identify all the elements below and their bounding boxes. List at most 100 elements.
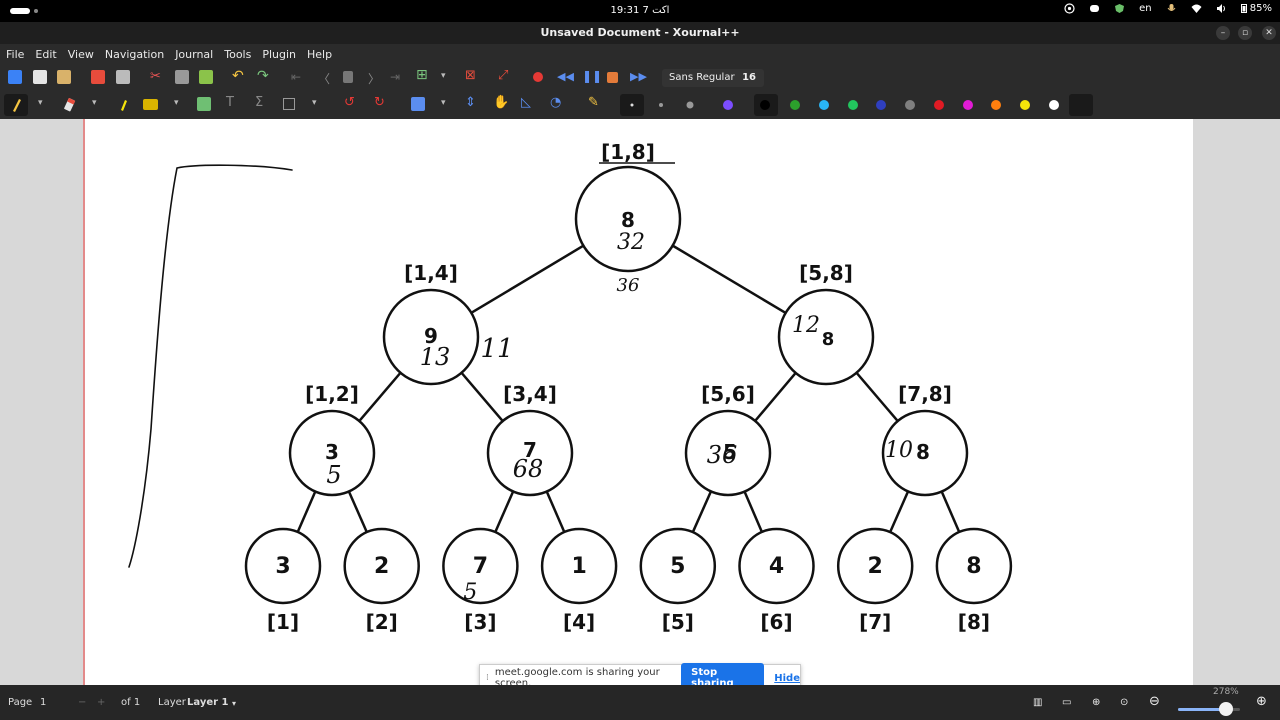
- menu-plugin[interactable]: Plugin: [262, 48, 296, 61]
- layer-selector[interactable]: Layer 1: [187, 697, 228, 708]
- color-swatch[interactable]: [991, 100, 1001, 110]
- color-swatch[interactable]: [963, 100, 973, 110]
- close-button[interactable]: ✕: [1262, 26, 1276, 40]
- select-dropdown-icon[interactable]: ▾: [312, 98, 317, 108]
- stop-icon[interactable]: [607, 72, 618, 83]
- document-page[interactable]: [1,8] 8 32 36 [1,4] 9 13 11 [5,8] 8 12 [1,2] 3 5 [3,4]…: [83, 119, 1193, 685]
- menu-navigation[interactable]: Navigation: [105, 48, 164, 61]
- menu-view[interactable]: View: [68, 48, 94, 61]
- fast-forward-icon[interactable]: ▶▶: [630, 70, 647, 84]
- color-swatch[interactable]: [905, 100, 915, 110]
- color-swatch[interactable]: [934, 100, 944, 110]
- eraser-dropdown-icon[interactable]: ▾: [92, 98, 97, 108]
- pause-icon[interactable]: ❚❚: [582, 69, 602, 83]
- select-region-icon[interactable]: ↺: [344, 95, 358, 110]
- pen-tool-icon[interactable]: [4, 94, 28, 116]
- first-page-icon[interactable]: ⇤: [291, 70, 305, 84]
- next-page-icon[interactable]: 〉: [368, 70, 382, 86]
- pen-dropdown-icon[interactable]: ▾: [38, 98, 43, 108]
- zoom-out-icon[interactable]: ⊖: [1149, 694, 1160, 709]
- screen-record-icon[interactable]: [1064, 3, 1075, 14]
- system-clock[interactable]: 19:31 7 اکت: [600, 5, 680, 16]
- shield-icon[interactable]: [1114, 3, 1125, 14]
- font-selector[interactable]: Sans Regular 16: [662, 69, 764, 87]
- record-icon[interactable]: [533, 72, 543, 82]
- vertical-space-tool-icon[interactable]: ⇕: [465, 95, 479, 110]
- color-swatch-selected[interactable]: [754, 94, 778, 116]
- shape-tool-icon[interactable]: [143, 99, 158, 110]
- export-pdf-icon[interactable]: [91, 70, 105, 84]
- document-canvas[interactable]: [1,8] 8 32 36 [1,4] 9 13 11 [5,8] 8 12 [1,2] 3 5 [3,4]…: [0, 119, 1280, 685]
- delete-page-icon[interactable]: ⊠: [465, 68, 479, 83]
- menu-tools[interactable]: Tools: [224, 48, 251, 61]
- menu-help[interactable]: Help: [307, 48, 332, 61]
- page-number-input[interactable]: 1: [40, 697, 80, 708]
- ruler-tool-icon[interactable]: ◺: [521, 95, 535, 110]
- cut-icon[interactable]: ✂: [150, 69, 164, 84]
- thickness-thick-icon[interactable]: [683, 97, 697, 111]
- drag-handle-icon[interactable]: ⁞: [486, 673, 489, 683]
- color-swatch[interactable]: [1049, 100, 1059, 110]
- custom-color-button[interactable]: [1069, 94, 1093, 116]
- zoom-fit-icon[interactable]: ⊕: [1092, 697, 1100, 708]
- last-page-icon[interactable]: ⇥: [390, 70, 404, 84]
- formula-tool-icon[interactable]: Σ: [255, 95, 269, 110]
- wifi-icon[interactable]: [1191, 3, 1202, 14]
- fill-tool-icon[interactable]: [721, 97, 735, 111]
- battery-indicator[interactable]: 85%: [1240, 3, 1272, 14]
- open-folder-icon[interactable]: [57, 70, 71, 84]
- compass-tool-icon[interactable]: ◔: [550, 95, 564, 110]
- volume-icon[interactable]: [1216, 3, 1227, 14]
- insert-page-dropdown-icon[interactable]: ▾: [441, 71, 446, 81]
- redo-icon[interactable]: ↷: [257, 68, 271, 84]
- presentation-mode-icon[interactable]: ▭: [1062, 697, 1071, 708]
- eraser-tool-icon[interactable]: [63, 97, 77, 112]
- print-icon[interactable]: [116, 70, 130, 84]
- select-rectangle-icon[interactable]: [283, 98, 295, 110]
- shape-dropdown-icon[interactable]: ▾: [174, 98, 179, 108]
- zoom-slider-knob[interactable]: [1219, 702, 1234, 716]
- highlighter-tool-icon[interactable]: [116, 97, 130, 111]
- image-tool-icon[interactable]: [197, 97, 211, 111]
- paired-pages-icon[interactable]: ▥: [1033, 697, 1042, 708]
- goto-page-icon[interactable]: [343, 71, 353, 83]
- layer-dropdown-icon[interactable]: ▾: [232, 699, 236, 708]
- zoom-100-icon[interactable]: ⊙: [1120, 697, 1128, 708]
- language-indicator[interactable]: en: [1139, 3, 1152, 14]
- microphone-icon[interactable]: [1166, 3, 1177, 14]
- copy-icon[interactable]: [175, 70, 189, 84]
- space-dropdown-icon[interactable]: ▾: [441, 98, 446, 108]
- color-swatch[interactable]: [1020, 100, 1030, 110]
- color-swatch[interactable]: [790, 100, 800, 110]
- thickness-fine-icon[interactable]: [620, 94, 644, 116]
- undo-icon[interactable]: ↶: [232, 68, 246, 84]
- save-icon[interactable]: [8, 70, 22, 84]
- page-decrement-icon[interactable]: −: [78, 697, 86, 708]
- zoom-in-icon[interactable]: ⊕: [1256, 694, 1267, 709]
- menu-file[interactable]: File: [6, 48, 24, 61]
- workspace-indicator[interactable]: [10, 8, 30, 14]
- menu-edit[interactable]: Edit: [35, 48, 56, 61]
- discord-icon[interactable]: [1089, 3, 1100, 14]
- thickness-medium-icon[interactable]: [654, 97, 668, 111]
- maximize-button[interactable]: ▫: [1238, 26, 1252, 40]
- magic-pen-icon[interactable]: ✎: [588, 95, 602, 110]
- previous-page-icon[interactable]: 〈: [318, 70, 332, 86]
- menu-journal[interactable]: Journal: [175, 48, 213, 61]
- new-document-icon[interactable]: [33, 70, 47, 84]
- color-swatch[interactable]: [819, 100, 829, 110]
- rewind-icon[interactable]: ◀◀: [557, 70, 574, 84]
- hide-button[interactable]: Hide: [774, 673, 800, 684]
- paste-icon[interactable]: [199, 70, 213, 84]
- select-object-icon[interactable]: ↻: [374, 95, 388, 110]
- hand-tool-icon[interactable]: ✋: [493, 95, 509, 110]
- vertical-space-icon[interactable]: [411, 97, 425, 111]
- color-swatch[interactable]: [876, 100, 886, 110]
- color-swatch[interactable]: [848, 100, 858, 110]
- text-tool-icon[interactable]: T: [226, 95, 240, 110]
- page-increment-icon[interactable]: +: [97, 697, 105, 708]
- minimize-button[interactable]: –: [1216, 26, 1230, 40]
- insert-page-icon[interactable]: ⊞: [416, 67, 430, 83]
- fullscreen-icon[interactable]: ⤢: [498, 68, 512, 83]
- workspace-dot[interactable]: [34, 9, 38, 13]
